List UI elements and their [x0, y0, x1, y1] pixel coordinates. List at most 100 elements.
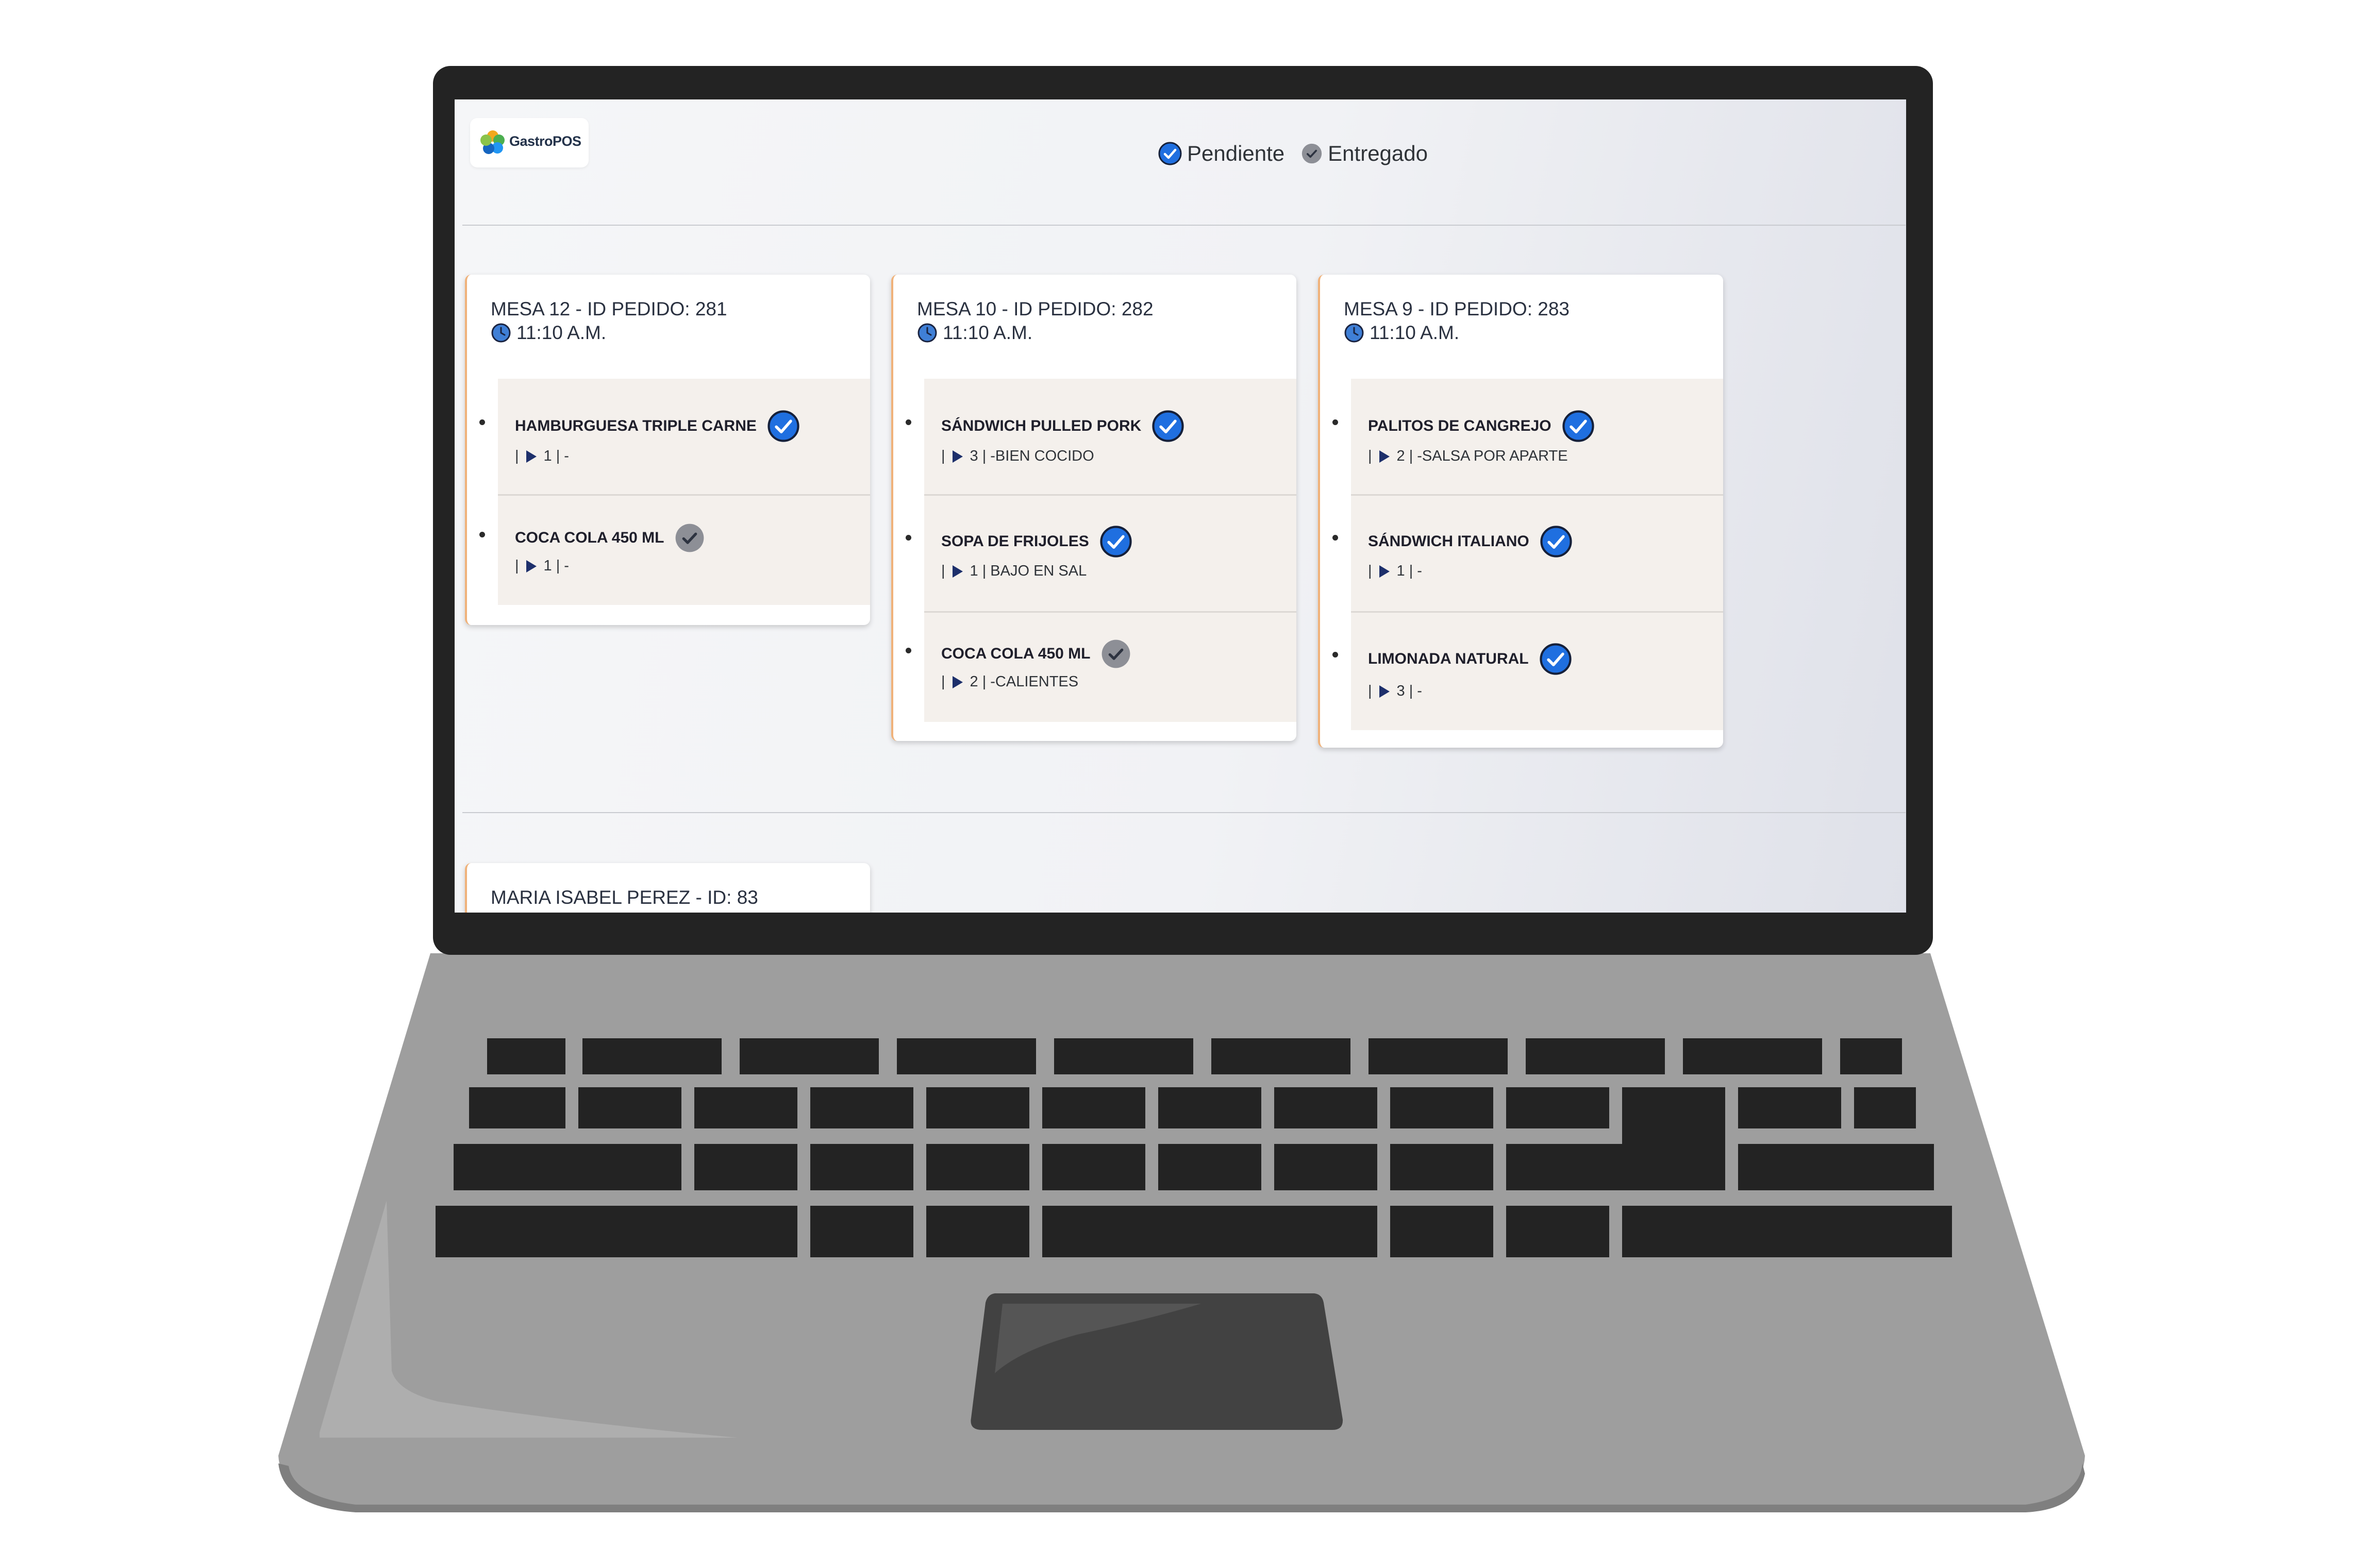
play-icon [1379, 565, 1390, 578]
order-card: MESA 9 - ID PEDIDO: 283 11:10 A.M. PALIT… [1318, 275, 1723, 748]
order-title: MARIA ISABEL PEREZ - ID: 83 [491, 887, 758, 908]
meta-separator: | [515, 558, 519, 574]
item-name-row: SÁNDWICH ITALIANO [1368, 525, 1573, 558]
delivered-check-icon[interactable] [1100, 638, 1131, 669]
item-quantity: 2 [1396, 448, 1405, 464]
item-note: | - [556, 448, 569, 464]
item-meta: | 1 | BAJO EN SAL [941, 563, 1087, 580]
meta-separator: | [941, 673, 945, 690]
item-note: | -SALSA POR APARTE [1409, 448, 1568, 464]
list-bullet [479, 419, 485, 425]
list-bullet [1332, 419, 1338, 425]
order-item[interactable]: PALITOS DE CANGREJO | 2 | -SALSA POR APA… [1332, 379, 1723, 494]
order-item[interactable]: SÁNDWICH PULLED PORK | 3 | -BIEN COCIDO [906, 379, 1296, 494]
pending-check-icon[interactable] [1152, 410, 1184, 443]
item-note: | - [1409, 563, 1422, 579]
logo-flower-icon [480, 130, 505, 154]
item-meta: | 3 | -BIEN COCIDO [941, 448, 1094, 465]
item-quantity: 3 [970, 448, 978, 464]
play-icon [526, 450, 537, 463]
order-card: MARIA ISABEL PEREZ - ID: 83 [465, 863, 870, 913]
pending-check-icon[interactable] [767, 410, 800, 443]
play-icon [952, 676, 963, 688]
item-name-row: LIMONADA NATURAL [1368, 643, 1572, 676]
item-meta: | 1 | - [515, 558, 569, 575]
item-quantity: 2 [970, 673, 978, 690]
item-name: SOPA DE FRIJOLES [941, 533, 1089, 550]
play-icon [952, 450, 963, 463]
order-title: MESA 12 - ID PEDIDO: 281 [491, 298, 727, 319]
list-bullet [906, 648, 911, 653]
play-icon [526, 560, 537, 572]
meta-separator: | [1368, 683, 1372, 699]
list-bullet [479, 532, 485, 537]
item-meta: | 1 | - [1368, 563, 1422, 580]
order-time-text: 11:10 A.M. [943, 322, 1033, 343]
order-time: 11:10 A.M. [917, 322, 1032, 344]
order-time-text: 11:10 A.M. [1370, 322, 1460, 343]
list-bullet [906, 419, 911, 425]
order-item[interactable]: COCA COLA 450 ML | 2 | -CALIENTES [906, 611, 1296, 722]
order-card: MESA 12 - ID PEDIDO: 281 11:10 A.M. HAMB… [465, 275, 870, 625]
order-item[interactable]: HAMBURGUESA TRIPLE CARNE | 1 | - [479, 379, 870, 494]
clock-icon [491, 323, 511, 343]
list-bullet [906, 535, 911, 541]
item-quantity: 1 [1396, 563, 1405, 579]
pending-check-icon[interactable] [1099, 525, 1132, 558]
item-name: COCA COLA 450 ML [515, 529, 664, 546]
clock-icon [917, 323, 937, 343]
kitchen-orders-screen: GastroPOS Pendiente Entregado MESA 12 - … [455, 99, 1906, 913]
item-name-row: COCA COLA 450 ML [941, 638, 1131, 669]
meta-separator: | [941, 448, 945, 464]
item-note: | - [1409, 683, 1422, 699]
delivered-check-icon[interactable] [674, 522, 705, 553]
play-icon [952, 565, 963, 578]
item-name-row: SOPA DE FRIJOLES [941, 525, 1132, 558]
meta-separator: | [941, 563, 945, 579]
item-quantity: 1 [543, 558, 552, 574]
item-name: PALITOS DE CANGREJO [1368, 417, 1551, 434]
meta-separator: | [1368, 563, 1372, 579]
order-item[interactable]: COCA COLA 450 ML | 1 | - [479, 494, 870, 605]
pending-check-icon[interactable] [1540, 525, 1573, 558]
item-quantity: 3 [1396, 683, 1405, 699]
legend-delivered-label: Entregado [1328, 141, 1428, 165]
meta-separator: | [515, 448, 519, 464]
item-name-row: HAMBURGUESA TRIPLE CARNE [515, 410, 800, 443]
item-name: LIMONADA NATURAL [1368, 650, 1529, 667]
order-card: MESA 10 - ID PEDIDO: 282 11:10 A.M. SÁND… [891, 275, 1296, 741]
item-quantity: 1 [543, 448, 552, 464]
item-note: | -CALIENTES [982, 673, 1079, 690]
brand-logo: GastroPOS [470, 118, 589, 167]
item-note: | -BIEN COCIDO [982, 448, 1094, 464]
item-name: SÁNDWICH PULLED PORK [941, 417, 1142, 434]
section-divider [462, 812, 1906, 813]
order-item[interactable]: SÁNDWICH ITALIANO | 1 | - [1332, 494, 1723, 613]
play-icon [1379, 450, 1390, 463]
meta-separator: | [1368, 448, 1372, 464]
item-quantity: 1 [970, 563, 978, 579]
pending-check-icon [1158, 142, 1182, 165]
list-bullet [1332, 652, 1338, 657]
order-item[interactable]: LIMONADA NATURAL | 3 | - [1332, 611, 1723, 730]
list-bullet [1332, 535, 1338, 541]
order-title: MESA 10 - ID PEDIDO: 282 [917, 298, 1154, 319]
order-time-text: 11:10 A.M. [516, 322, 607, 343]
delivered-check-icon [1301, 143, 1322, 164]
clock-icon [1344, 323, 1364, 343]
brand-name: GastroPOS [509, 133, 581, 149]
item-name-row: COCA COLA 450 ML [515, 522, 705, 553]
item-meta: | 3 | - [1368, 683, 1422, 700]
item-name: HAMBURGUESA TRIPLE CARNE [515, 417, 757, 434]
item-meta: | 2 | -SALSA POR APARTE [1368, 448, 1568, 465]
legend-pending-label: Pendiente [1187, 141, 1285, 165]
item-name-row: PALITOS DE CANGREJO [1368, 410, 1595, 443]
item-meta: | 2 | -CALIENTES [941, 673, 1078, 690]
item-meta: | 1 | - [515, 448, 569, 465]
item-name: SÁNDWICH ITALIANO [1368, 533, 1529, 550]
status-legend: Pendiente Entregado [1158, 141, 1428, 166]
section-divider [462, 225, 1906, 226]
order-item[interactable]: SOPA DE FRIJOLES | 1 | BAJO EN SAL [906, 494, 1296, 613]
pending-check-icon[interactable] [1562, 410, 1595, 443]
pending-check-icon[interactable] [1539, 643, 1572, 676]
